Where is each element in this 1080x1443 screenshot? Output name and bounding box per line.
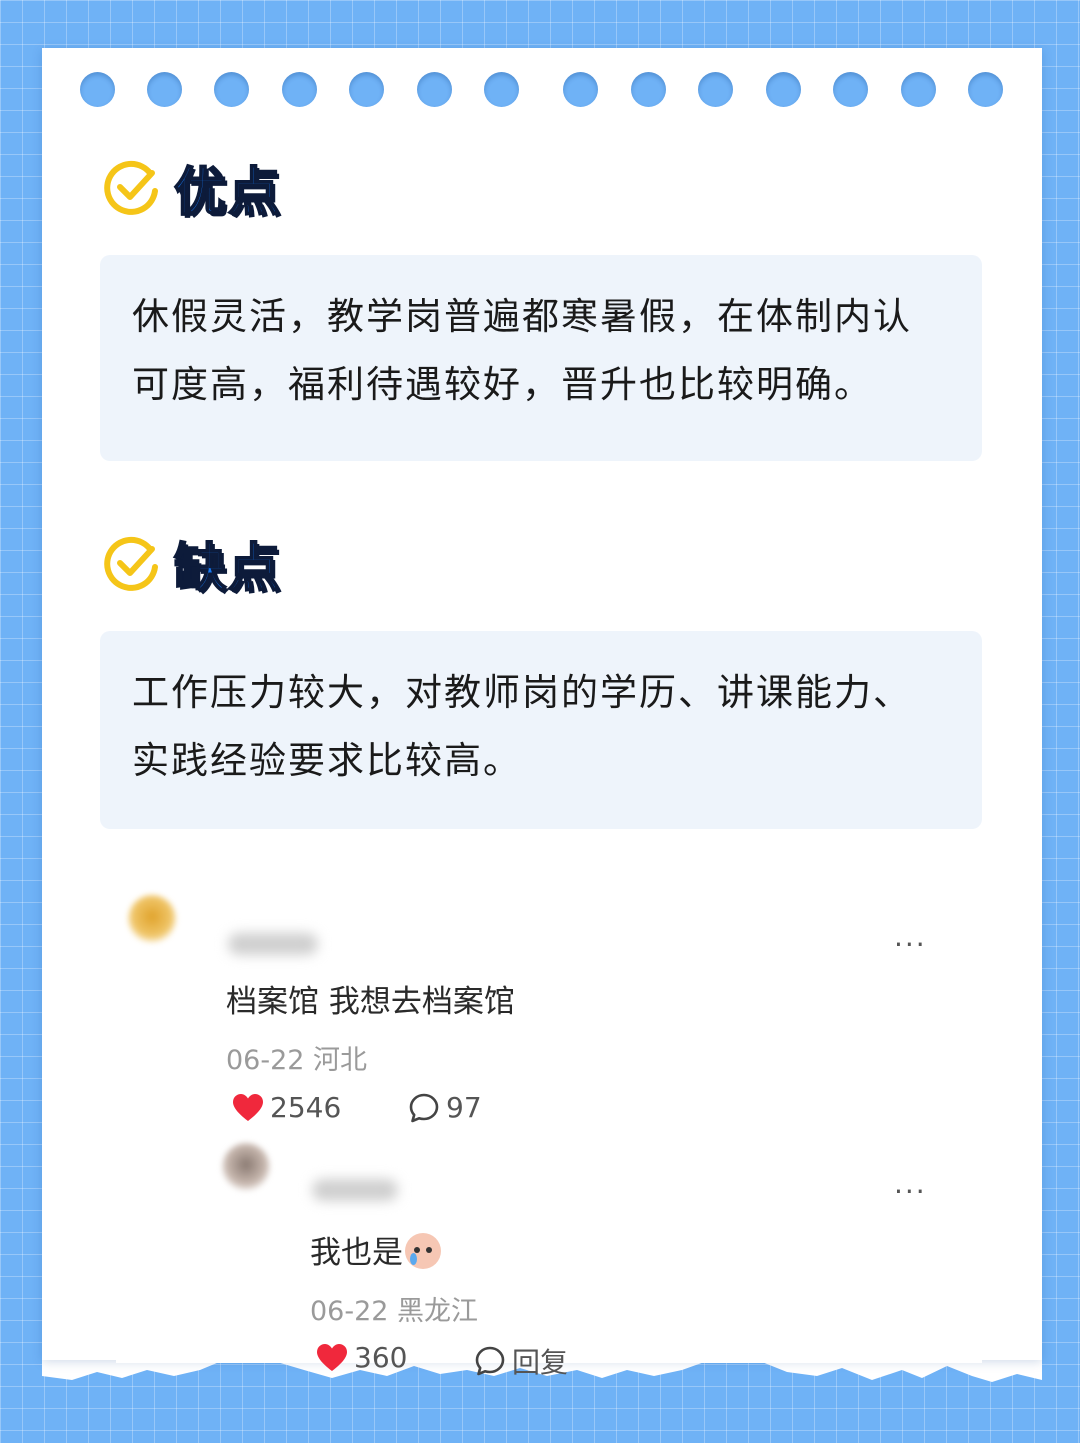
reply-date-location: 06-22 黑龙江 [310,1296,479,1327]
binder-hole [698,72,733,107]
username-blurred [228,933,318,955]
speech-bubble-icon [475,1346,505,1376]
binder-hole [282,72,317,107]
binder-holes [42,72,1042,108]
avatar[interactable] [128,895,176,943]
binder-hole [901,72,936,107]
reply-like-count: 360 [354,1341,408,1374]
section-heading-cons: 缺点 [104,528,283,600]
check-circle-icon [104,536,158,591]
binder-hole [563,72,598,107]
binder-hole [484,72,519,107]
cons-line-2: 实践经验要求比较高。 [132,739,522,782]
binder-hole [417,72,452,107]
pros-line-1: 休假灵活，教学岗普遍都寒暑假，在体制内认 [132,295,912,338]
speech-bubble-icon [409,1093,439,1122]
reply-text-row: 我也是 [310,1227,441,1272]
notebook-paper: 优点 休假灵活，教学岗普遍都寒暑假，在体制内认 可度高，福利待遇较好，晋升也比较… [42,48,1042,1379]
section-title: 缺点 [173,538,283,600]
comment-text: 档案馆 我想去档案馆 [226,984,515,1020]
binder-hole [766,72,801,107]
binder-hole [214,72,249,107]
heart-icon [317,1343,347,1371]
reply-label: 回复 [512,1346,569,1379]
comment-screenshot: ··· 档案馆 我想去档案馆 06-22 河北 2546 97 ··· 我也是 … [116,863,982,1379]
binder-hole [80,72,115,107]
reply-username-blurred [312,1179,398,1201]
cons-line-1: 工作压力较大，对教师岗的学历、讲课能力、 [132,671,912,714]
binder-hole [833,72,868,107]
check-circle-icon [104,160,158,215]
section-title: 优点 [173,162,283,224]
binder-hole [968,72,1003,107]
comment-count-button[interactable]: 97 [408,1091,482,1124]
crying-face-emoji-icon [405,1233,441,1269]
cons-card: 工作压力较大，对教师岗的学历、讲课能力、 实践经验要求比较高。 [100,631,982,829]
comment-count: 97 [446,1091,482,1124]
more-options-button[interactable]: ··· [894,931,927,959]
binder-hole [631,72,666,107]
reply-avatar[interactable] [222,1143,270,1191]
reply-text: 我也是 [310,1235,403,1271]
binder-hole [349,72,384,107]
like-button[interactable]: 2546 [232,1091,341,1124]
like-count: 2546 [270,1091,342,1124]
heart-icon [233,1093,263,1121]
reply-like-button[interactable]: 360 [316,1341,407,1374]
pros-line-2: 可度高，福利待遇较好，晋升也比较明确。 [132,363,873,406]
pros-card: 休假灵活，教学岗普遍都寒暑假，在体制内认 可度高，福利待遇较好，晋升也比较明确。 [100,255,982,461]
section-heading-pros: 优点 [104,152,283,224]
binder-hole [147,72,182,107]
reply-button[interactable]: 回复 [474,1341,568,1381]
reply-more-options-button[interactable]: ··· [894,1178,927,1206]
comment-date-location: 06-22 河北 [226,1045,368,1076]
